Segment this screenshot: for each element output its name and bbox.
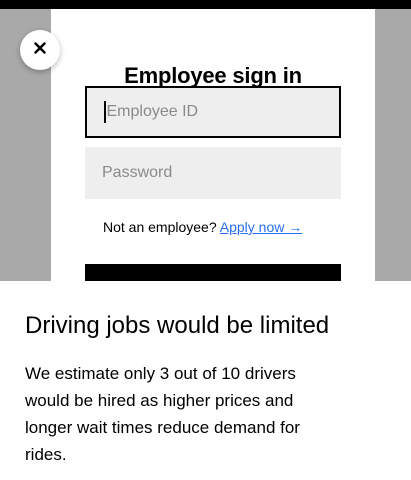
top-bar: [0, 0, 411, 9]
password-placeholder: Password: [102, 164, 173, 181]
text-caret: [104, 101, 106, 123]
employee-id-placeholder: Employee ID: [106, 103, 199, 120]
article-headline: Driving jobs would be limited: [25, 312, 330, 339]
article-section: Driving jobs would be limited We estimat…: [25, 310, 390, 468]
close-icon: [34, 41, 46, 59]
apply-now-link[interactable]: Apply now →: [220, 219, 302, 235]
sign-in-button[interactable]: [85, 264, 341, 281]
apply-prompt-text: Not an employee?: [103, 219, 217, 235]
apply-prompt-line: Not an employee? Apply now →: [103, 219, 302, 235]
body-line: We estimate only 3 out of 10 drivers: [25, 364, 296, 383]
close-button[interactable]: [20, 30, 60, 70]
sign-in-modal: Employee sign in Employee ID Password No…: [51, 9, 375, 281]
body-line: longer wait times reduce demand for: [25, 418, 300, 437]
employee-id-field[interactable]: Employee ID: [85, 86, 341, 138]
password-field[interactable]: Password: [85, 147, 341, 199]
body-line: would be hired as higher prices and: [25, 391, 294, 410]
body-line: rides.: [25, 445, 67, 464]
article-body: We estimate only 3 out of 10 drivers wou…: [25, 360, 390, 468]
